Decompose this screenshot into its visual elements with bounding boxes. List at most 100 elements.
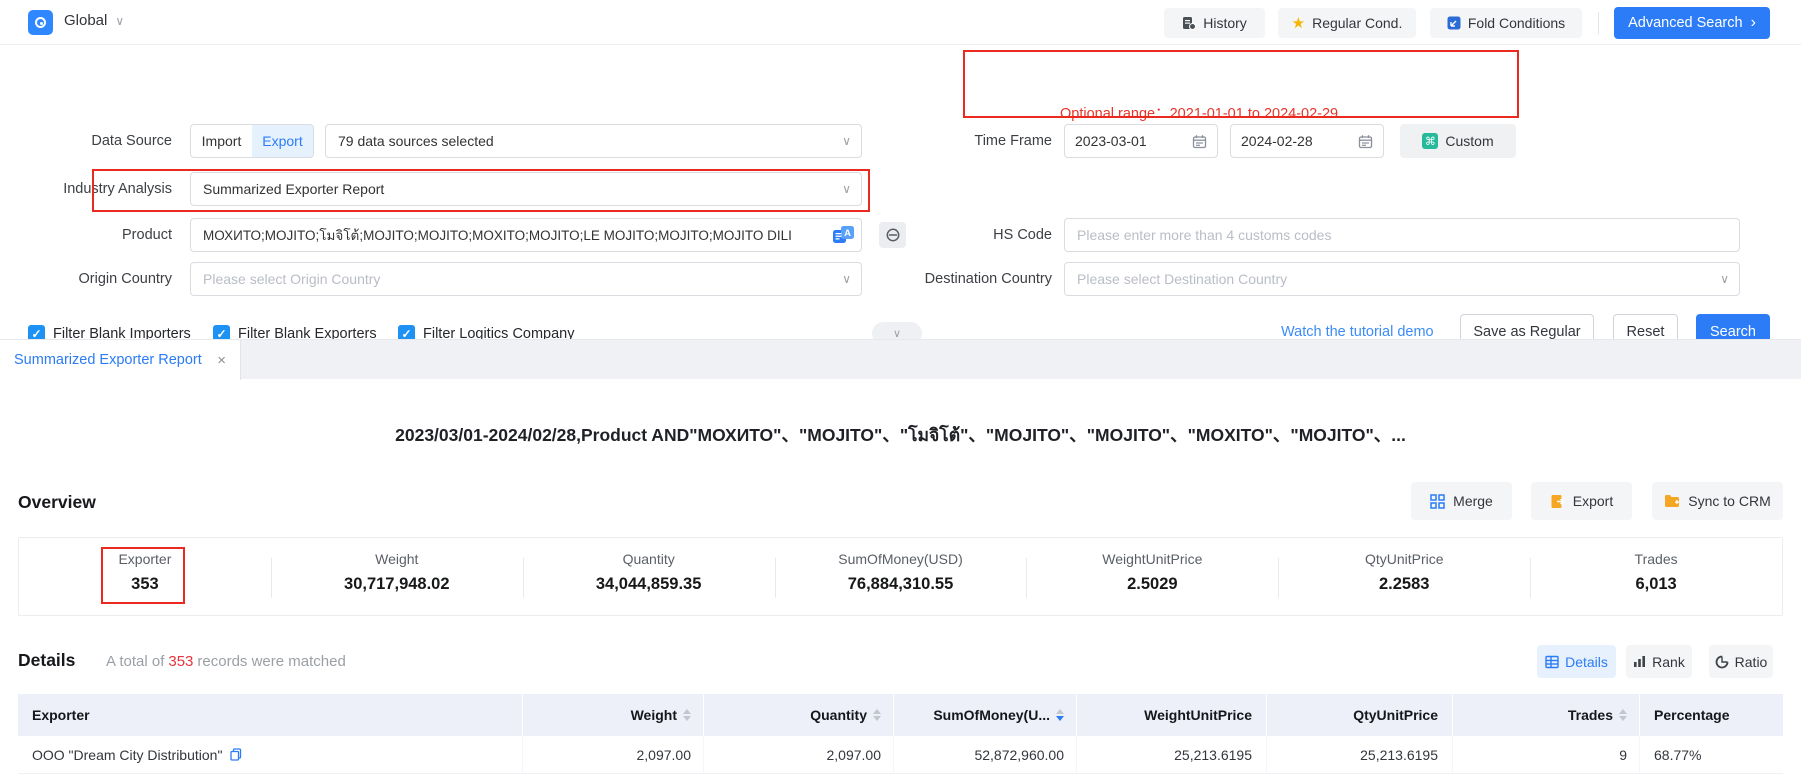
overview-stats-card: Exporter 353 Weight 30,717,948.02 Quanti…: [18, 537, 1783, 616]
stat-label: Quantity: [523, 551, 775, 567]
column-label: QtyUnitPrice: [1353, 707, 1438, 723]
origin-country-select[interactable]: Please select Origin Country ∨: [190, 262, 862, 296]
stat-qty-unit-price: QtyUnitPrice 2.2583: [1278, 538, 1530, 615]
advanced-search-button[interactable]: Advanced Search ›: [1614, 7, 1770, 39]
stat-label: Trades: [1530, 551, 1782, 567]
column-header-trades[interactable]: Trades: [1453, 694, 1640, 736]
translate-icon[interactable]: A: [833, 226, 854, 244]
advanced-search-label: Advanced Search: [1628, 15, 1742, 31]
chevron-down-icon: ∨: [842, 134, 851, 148]
export-icon: [1550, 494, 1565, 509]
tab-label: Summarized Exporter Report: [14, 352, 202, 368]
column-label: Trades: [1568, 707, 1613, 723]
view-rank-button[interactable]: Rank: [1626, 645, 1692, 678]
result-tab-bar: Summarized Exporter Report ×: [0, 339, 1801, 379]
chevron-down-icon: ∨: [842, 272, 851, 286]
stat-value: 76,884,310.55: [775, 575, 1027, 594]
cell-qty-unit-price: 25,213.6195: [1267, 736, 1453, 773]
view-details-label: Details: [1565, 654, 1608, 670]
export-button[interactable]: Export: [1531, 482, 1632, 520]
merge-button[interactable]: Merge: [1411, 482, 1512, 520]
history-button[interactable]: History: [1164, 8, 1265, 38]
view-ratio-label: Ratio: [1735, 654, 1768, 670]
hs-code-label: HS Code: [932, 227, 1052, 243]
start-date-input[interactable]: 2023-03-01: [1064, 124, 1218, 158]
industry-analysis-value: Summarized Exporter Report: [203, 181, 384, 197]
data-source-selected-value: 79 data sources selected: [338, 133, 494, 149]
calendar-icon: [1192, 134, 1207, 149]
folder-sync-icon: [1664, 494, 1680, 508]
sort-icons[interactable]: [873, 709, 881, 721]
start-date-value: 2023-03-01: [1075, 133, 1147, 149]
view-details-button[interactable]: Details: [1537, 645, 1616, 678]
end-date-value: 2024-02-28: [1241, 133, 1313, 149]
data-source-select[interactable]: 79 data sources selected ∨: [325, 124, 862, 158]
fold-conditions-label: Fold Conditions: [1468, 15, 1565, 31]
match-prefix: A total of: [106, 653, 164, 670]
column-header-exporter[interactable]: Exporter: [18, 694, 523, 736]
column-label: Weight: [631, 707, 677, 723]
column-header-weight[interactable]: Weight: [523, 694, 704, 736]
cell-quantity: 2,097.00: [704, 736, 894, 773]
query-summary: 2023/03/01-2024/02/28,Product AND"МОХИТО…: [0, 421, 1801, 449]
history-label: History: [1203, 15, 1247, 31]
fold-conditions-button[interactable]: Fold Conditions: [1430, 8, 1582, 38]
column-header-quantity[interactable]: Quantity: [704, 694, 894, 736]
chevron-right-icon: ›: [1751, 14, 1756, 32]
column-header-sum-of-money[interactable]: SumOfMoney(U...: [894, 694, 1077, 736]
toolbar-divider: [1598, 12, 1599, 34]
merge-label: Merge: [1453, 493, 1493, 509]
stat-value: 30,717,948.02: [271, 575, 523, 594]
chevron-down-icon: ∨: [1720, 272, 1729, 286]
column-label: Quantity: [810, 707, 867, 723]
industry-analysis-select[interactable]: Summarized Exporter Report ∨: [190, 172, 862, 206]
data-source-toggle: Import Export: [190, 124, 314, 158]
sort-icons[interactable]: [683, 709, 691, 721]
destination-country-select[interactable]: Please select Destination Country ∨: [1064, 262, 1740, 296]
custom-range-button[interactable]: ⌘ Custom: [1400, 124, 1516, 158]
export-tab[interactable]: Export: [252, 125, 313, 157]
sort-icons-active-desc[interactable]: [1056, 709, 1064, 721]
region-label: Global: [64, 12, 107, 29]
stat-trades: Trades 6,013: [1530, 538, 1782, 615]
stat-sum-of-money: SumOfMoney(USD) 76,884,310.55: [775, 538, 1027, 615]
overview-title: Overview: [18, 492, 96, 513]
origin-country-placeholder: Please select Origin Country: [203, 271, 380, 287]
svg-text:A: A: [844, 228, 851, 239]
industry-analysis-label: Industry Analysis: [32, 181, 172, 197]
view-ratio-button[interactable]: Ratio: [1709, 645, 1773, 678]
stat-value: 34,044,859.35: [523, 575, 775, 594]
column-header-qty-unit-price[interactable]: QtyUnitPrice: [1267, 694, 1453, 736]
product-input[interactable]: [190, 218, 862, 252]
regular-cond-button[interactable]: ★ Regular Cond.: [1278, 8, 1416, 38]
column-header-percentage[interactable]: Percentage: [1640, 694, 1783, 736]
import-tab[interactable]: Import: [191, 125, 252, 157]
stat-value: 2.2583: [1278, 575, 1530, 594]
sync-to-crm-button[interactable]: Sync to CRM: [1652, 482, 1783, 520]
sort-icons[interactable]: [1619, 709, 1627, 721]
column-label: SumOfMoney(U...: [933, 707, 1050, 723]
region-selector[interactable]: Global ∨: [64, 12, 124, 29]
close-icon[interactable]: ×: [217, 352, 226, 369]
table-row[interactable]: OOO "Dream City Distribution" 2,097.00 2…: [18, 736, 1783, 774]
match-count: 353: [164, 653, 197, 670]
ratio-icon: [1715, 655, 1729, 669]
copy-icon[interactable]: [230, 748, 242, 761]
hs-code-input[interactable]: [1064, 218, 1740, 252]
optional-range-note: Optional range：2021-01-01 to 2024-02-29: [1060, 102, 1338, 123]
column-header-weight-unit-price[interactable]: WeightUnitPrice: [1077, 694, 1267, 736]
destination-country-label: Destination Country: [902, 271, 1052, 287]
stat-label: WeightUnitPrice: [1026, 551, 1278, 567]
tutorial-demo-link[interactable]: Watch the tutorial demo: [1281, 324, 1434, 340]
chevron-down-icon: ∨: [115, 14, 124, 28]
tab-summarized-exporter-report[interactable]: Summarized Exporter Report ×: [0, 340, 241, 380]
synonym-expand-button[interactable]: [879, 222, 906, 248]
column-label: WeightUnitPrice: [1144, 707, 1252, 723]
end-date-input[interactable]: 2024-02-28: [1230, 124, 1384, 158]
details-title: Details: [18, 650, 75, 671]
cell-percentage: 68.77%: [1640, 736, 1783, 773]
stat-value: 2.5029: [1026, 575, 1278, 594]
details-match-summary: A total of353records were matched: [106, 653, 346, 670]
rank-icon: [1633, 655, 1646, 668]
merge-icon: [1430, 494, 1445, 509]
